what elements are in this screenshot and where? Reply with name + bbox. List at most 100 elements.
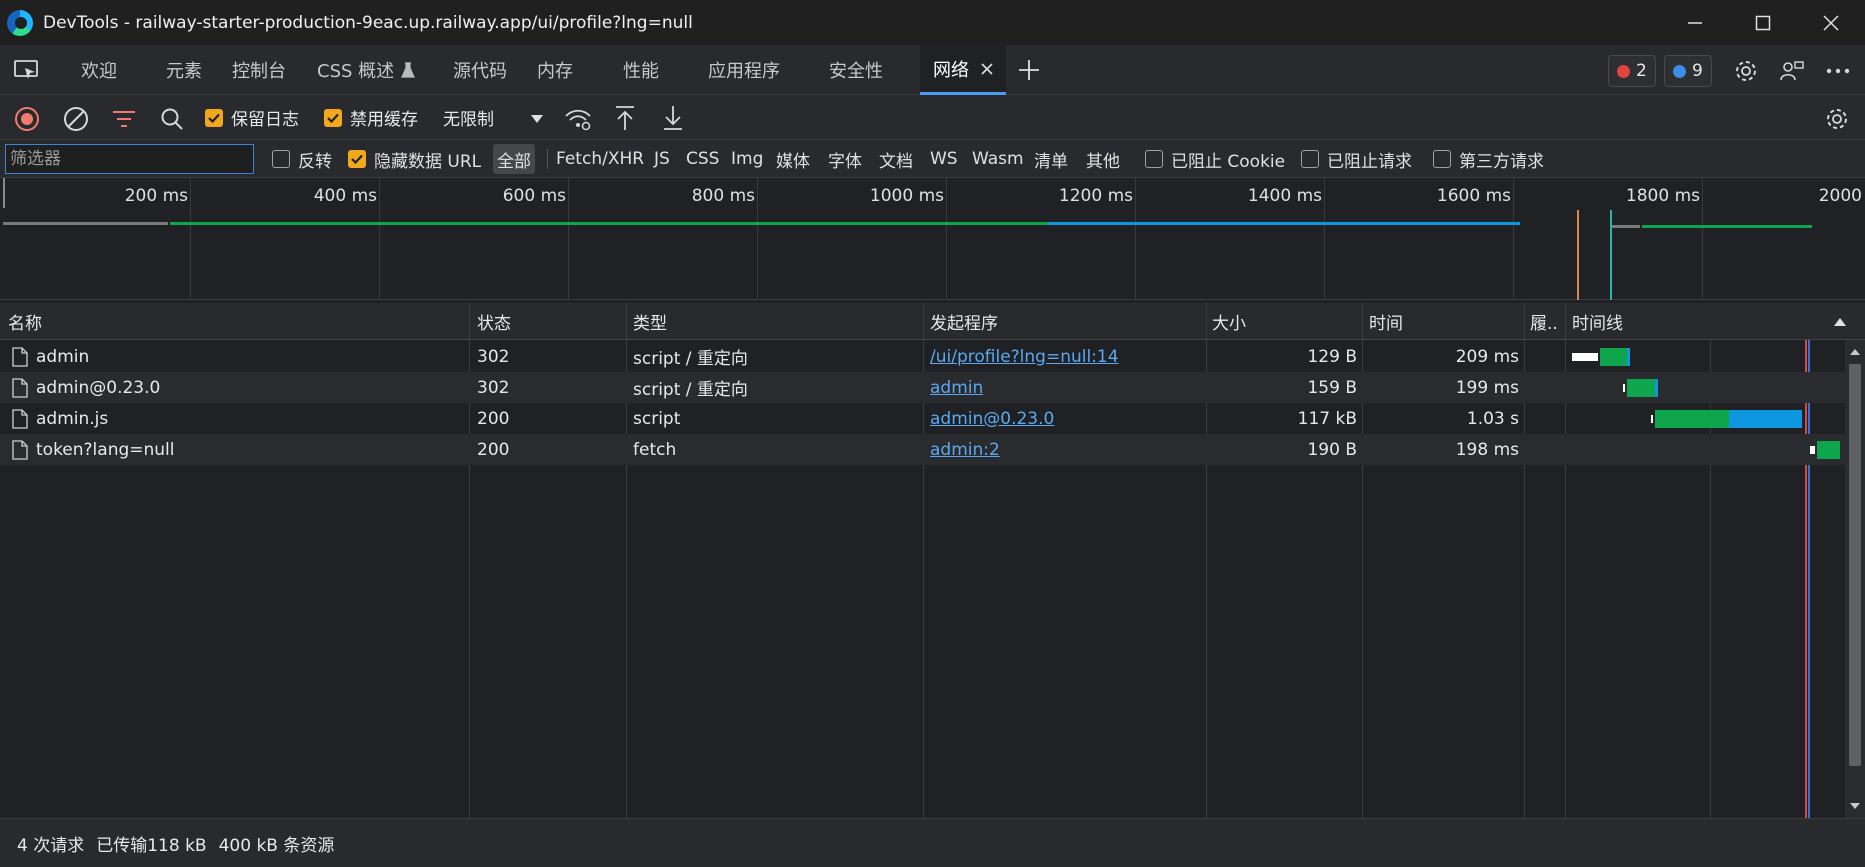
overview-tick-label: 1000 ms (869, 186, 944, 206)
blocked-cookies-checkbox[interactable]: 已阻止 Cookie (1145, 140, 1285, 178)
column-header-time[interactable]: 时间 (1369, 303, 1519, 340)
filter-type-media[interactable]: 媒体 (776, 140, 810, 178)
filter-type-img[interactable]: Img (731, 140, 763, 178)
status-cell: 302 (477, 346, 510, 367)
filter-type-font[interactable]: 字体 (828, 140, 862, 178)
time-cell: 209 ms (1455, 346, 1519, 367)
third-party-label: 第三方请求 (1459, 151, 1544, 172)
filter-type-js[interactable]: JS (654, 140, 670, 178)
overview-bar-waiting (1612, 225, 1640, 228)
filter-type-doc[interactable]: 文档 (879, 140, 913, 178)
hide-data-urls-checkbox[interactable]: 隐藏数据 URL (348, 140, 481, 178)
filter-type-wasm[interactable]: Wasm (972, 140, 1024, 178)
error-count-badge[interactable]: 2 (1608, 55, 1656, 87)
network-conditions-button[interactable] (563, 105, 593, 133)
table-row[interactable]: admin.js 200 script admin@0.23.0 117 kB … (0, 403, 1845, 434)
table-row[interactable]: admin 302 script / 重定向 /ui/profile?lng=n… (0, 341, 1845, 372)
tab-welcome[interactable]: 欢迎 (81, 45, 117, 95)
filter-type-fetch-xhr[interactable]: Fetch/XHR (556, 140, 644, 178)
maximize-button[interactable] (1729, 0, 1797, 45)
tab-application[interactable]: 应用程序 (708, 45, 780, 95)
filter-bar: 反转 隐藏数据 URL 全部 Fetch/XHR JS CSS Img 媒体 字… (0, 140, 1865, 178)
add-tab-button[interactable] (1014, 55, 1044, 85)
request-name: admin.js (36, 408, 109, 429)
disable-cache-label: 禁用缓存 (350, 110, 418, 130)
column-header-name[interactable]: 名称 (8, 303, 468, 340)
column-header-type[interactable]: 类型 (633, 303, 923, 340)
sort-ascending-icon[interactable] (1832, 315, 1848, 329)
invert-checkbox[interactable]: 反转 (272, 140, 332, 178)
tab-css-overview[interactable]: CSS 概述 (317, 45, 416, 95)
record-button[interactable] (13, 105, 41, 133)
search-button[interactable] (158, 105, 186, 133)
close-window-button[interactable] (1797, 0, 1865, 45)
time-cell: 1.03 s (1466, 408, 1519, 429)
network-overview[interactable]: 200 ms 400 ms 600 ms 800 ms 1000 ms 1200… (0, 178, 1865, 300)
blocked-requests-checkbox[interactable]: 已阻止请求 (1301, 140, 1412, 178)
waterfall-queue-bar (1572, 353, 1598, 361)
request-name-cell: admin@0.23.0 (12, 372, 462, 403)
overview-gridline (379, 178, 380, 300)
column-header-status[interactable]: 状态 (477, 303, 627, 340)
clear-button[interactable] (62, 105, 90, 133)
tab-performance[interactable]: 性能 (623, 45, 659, 95)
column-header-waterfall[interactable]: 时间线 (1572, 303, 1772, 340)
overview-tick-label: 1600 ms (1436, 186, 1511, 206)
gear-icon (1736, 61, 1756, 81)
overview-tick-label: 1200 ms (1058, 186, 1133, 206)
more-options-button[interactable] (1822, 55, 1854, 87)
overview-gridline (1135, 178, 1136, 300)
third-party-checkbox[interactable]: 第三方请求 (1433, 140, 1544, 178)
import-har-button[interactable] (611, 103, 639, 133)
tab-network[interactable]: 网络 (920, 45, 1006, 95)
tab-security[interactable]: 安全性 (829, 45, 883, 95)
waterfall-waiting-bar (1655, 410, 1729, 428)
tab-console[interactable]: 控制台 (232, 45, 286, 95)
table-scrollbar[interactable] (1845, 340, 1865, 818)
filter-type-css[interactable]: CSS (686, 140, 719, 178)
inspect-device-button[interactable] (10, 55, 44, 85)
settings-button[interactable] (1730, 55, 1762, 87)
initiator-link[interactable]: admin (930, 378, 983, 398)
title-bar: DevTools - railway-starter-production-9e… (0, 0, 1865, 45)
filter-type-other[interactable]: 其他 (1086, 140, 1120, 178)
scroll-up-icon[interactable] (1845, 342, 1865, 362)
filter-toggle-button[interactable] (110, 105, 138, 133)
tab-memory[interactable]: 内存 (537, 45, 573, 95)
message-count-badge[interactable]: 9 (1664, 55, 1712, 87)
time-cell: 198 ms (1455, 439, 1519, 460)
throttling-dropdown-button[interactable] (526, 105, 548, 133)
customize-button[interactable] (1776, 55, 1808, 87)
column-header-fulfilled-by[interactable]: 履.. (1530, 303, 1565, 340)
overview-gridline (946, 178, 947, 300)
initiator-cell: admin@0.23.0 (930, 403, 1202, 434)
tab-sources[interactable]: 源代码 (453, 45, 507, 95)
scrollbar-thumb[interactable] (1849, 364, 1861, 766)
overview-start-handle[interactable] (3, 178, 5, 208)
people-connect-icon (1780, 61, 1804, 81)
filter-type-manifest[interactable]: 清单 (1034, 140, 1068, 178)
minimize-button[interactable] (1661, 0, 1729, 45)
filter-type-ws[interactable]: WS (930, 140, 958, 178)
devtools-tab-bar: 欢迎 元素 控制台 CSS 概述 源代码 内存 性能 应用程序 安全性 网络 2… (0, 45, 1865, 95)
initiator-link[interactable]: admin:2 (930, 440, 1000, 460)
filter-icon (113, 111, 135, 127)
initiator-cell: admin:2 (930, 434, 1202, 465)
column-header-initiator[interactable]: 发起程序 (930, 303, 1200, 340)
initiator-link[interactable]: admin@0.23.0 (930, 409, 1054, 429)
checkbox-checked-icon (348, 150, 366, 168)
preserve-log-checkbox[interactable]: 保留日志 (205, 95, 299, 140)
tab-elements[interactable]: 元素 (166, 45, 202, 95)
scroll-down-icon[interactable] (1845, 796, 1865, 816)
initiator-link[interactable]: /ui/profile?lng=null:14 (930, 347, 1119, 367)
column-header-size[interactable]: 大小 (1212, 303, 1362, 340)
disable-cache-checkbox[interactable]: 禁用缓存 (324, 95, 418, 140)
tab-close-icon[interactable] (981, 62, 993, 75)
export-har-button[interactable] (659, 103, 687, 133)
table-row[interactable]: token?lang=null 200 fetch admin:2 190 B … (0, 434, 1845, 465)
table-row[interactable]: admin@0.23.0 302 script / 重定向 admin 159 … (0, 372, 1845, 403)
status-cell: 200 (477, 439, 510, 460)
network-settings-button[interactable] (1822, 104, 1852, 134)
filter-input[interactable] (5, 144, 254, 174)
filter-type-all[interactable]: 全部 (493, 144, 535, 174)
